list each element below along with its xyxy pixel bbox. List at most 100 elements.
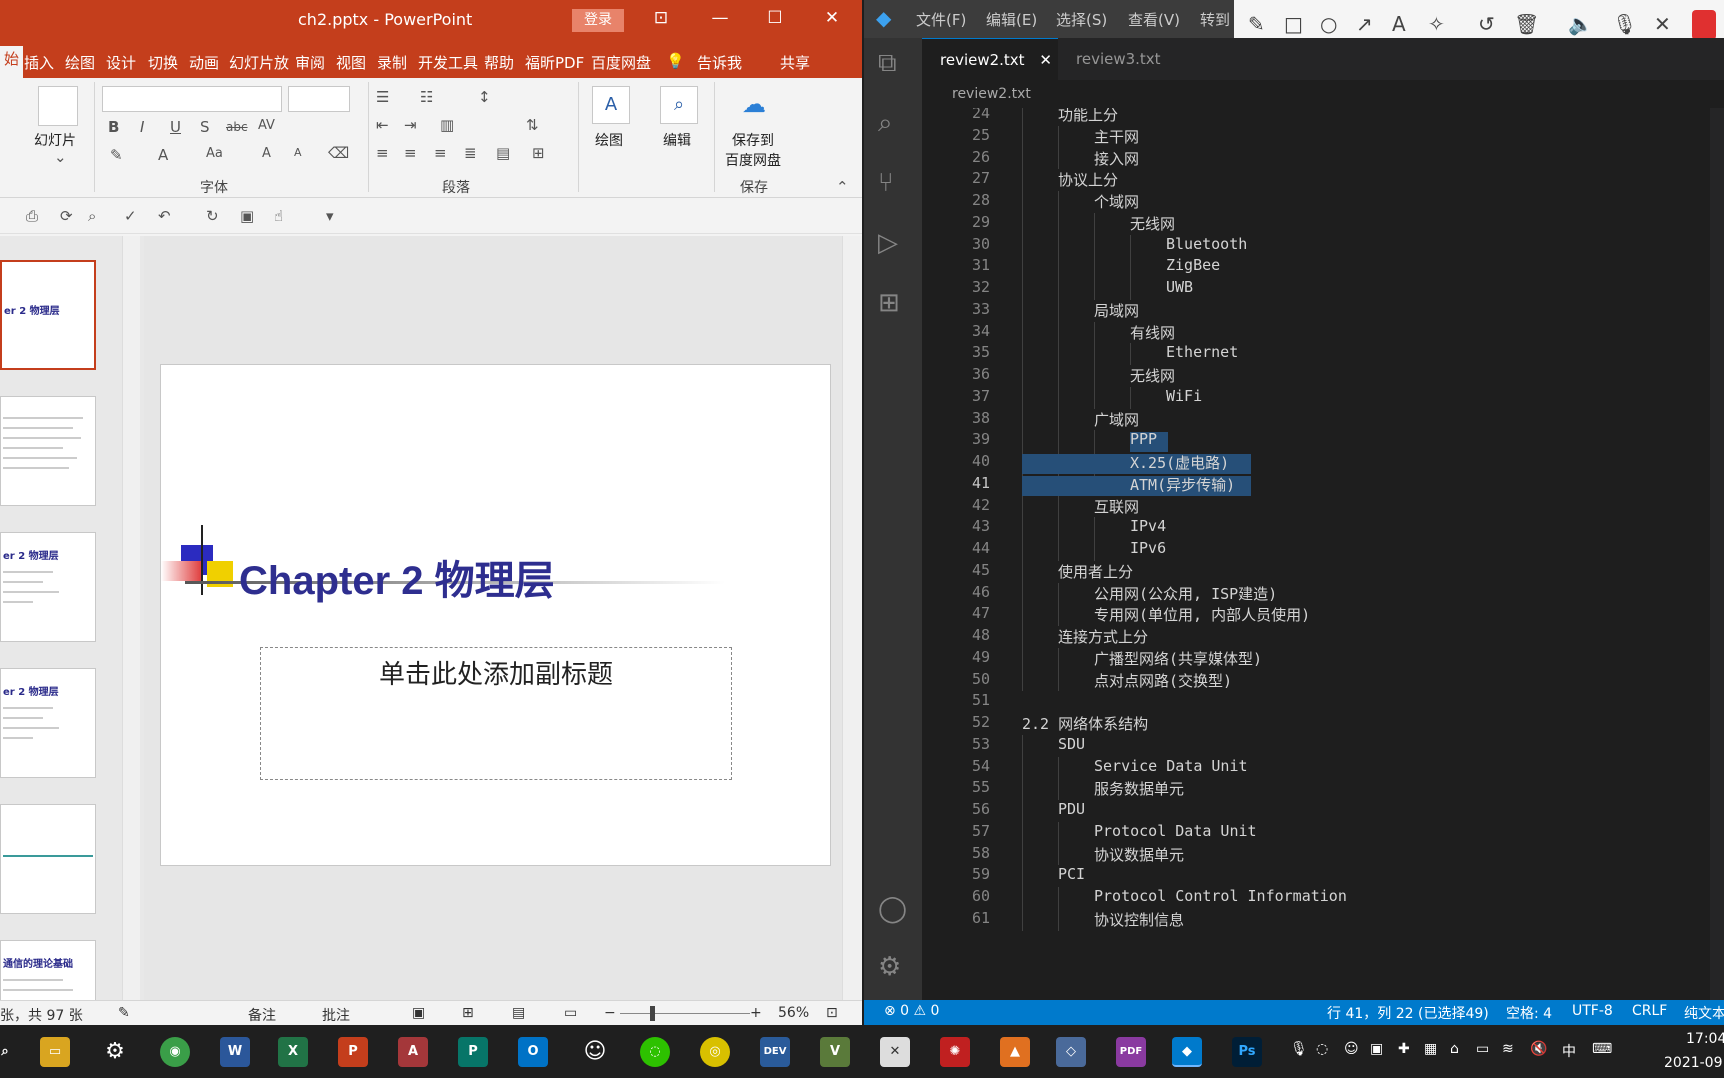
photoshop-icon[interactable]: Ps [1232, 1037, 1262, 1067]
publisher-icon[interactable]: P [458, 1037, 488, 1067]
customize-qat-icon[interactable]: ▾ [326, 207, 334, 225]
line-number[interactable]: 27 [922, 169, 990, 187]
cursor-position[interactable]: 行 41，列 22 (已选择49) [1327, 1003, 1489, 1023]
tab-view[interactable]: 视图 [336, 52, 366, 73]
line-number[interactable]: 28 [922, 191, 990, 209]
app-tray-icon[interactable]: ▣ [1370, 1041, 1383, 1057]
tell-me-search[interactable]: 告诉我 [697, 52, 742, 73]
align-text-icon[interactable]: ▤ [496, 144, 510, 162]
increase-indent-icon[interactable]: ⇥ [404, 116, 417, 134]
line-number[interactable]: 37 [922, 387, 990, 405]
tab-record[interactable]: 录制 [377, 52, 407, 73]
undo-icon[interactable]: ↺ [1478, 12, 1495, 36]
code-line[interactable]: X.25(虚电路) [1130, 452, 1229, 473]
line-number[interactable]: 33 [922, 300, 990, 318]
slide-thumbnails-pane[interactable]: er 2 物理层 er 2 物理层 er 2 物理层 通信的理论基础 [0, 236, 144, 1025]
code-line[interactable]: PDU [1058, 800, 1085, 818]
line-number[interactable]: 26 [922, 148, 990, 166]
slide-scrollbar[interactable] [842, 236, 862, 1000]
app-icon[interactable]: ◎ [700, 1037, 730, 1067]
trash-icon[interactable]: 🗑 [1514, 12, 1539, 36]
code-line[interactable]: PCI [1058, 865, 1085, 883]
app-tray-icon[interactable]: ✚ [1398, 1041, 1410, 1057]
line-number[interactable]: 39 [922, 430, 990, 448]
fit-slide-icon[interactable]: ⊡ [826, 1005, 838, 1021]
line-number[interactable]: 29 [922, 213, 990, 231]
text-editor[interactable]: 24 功能上分 25 主干网 26 接入网 27 协议上分 28 个域网 29 无线网 30 Blueto… [922, 108, 1724, 1000]
line-number[interactable]: 48 [922, 626, 990, 644]
tab-slideshow[interactable]: 幻灯片放 [229, 52, 289, 73]
tab-draw[interactable]: 绘图 [65, 52, 95, 73]
save-icon[interactable]: ⎙ [26, 207, 38, 225]
access-icon[interactable]: A [398, 1037, 428, 1067]
bullets-icon[interactable]: ☰ [376, 88, 389, 106]
arrow-icon[interactable]: ↗ [1356, 12, 1373, 36]
line-number[interactable]: 40 [922, 452, 990, 470]
line-number[interactable]: 54 [922, 757, 990, 775]
volume-mute-icon[interactable]: 🔇 [1530, 1041, 1547, 1057]
source-control-icon[interactable]: ⑂ [878, 168, 894, 198]
baidu-cloud-icon[interactable]: ☁ [742, 90, 766, 118]
ime-indicator[interactable]: 中 [1562, 1041, 1576, 1061]
run-debug-icon[interactable]: ▷ [878, 228, 898, 258]
code-line[interactable]: 接入网 [1094, 148, 1139, 169]
code-line[interactable]: 协议数据单元 [1094, 844, 1184, 865]
line-number[interactable]: 41 [922, 474, 990, 492]
slide-thumbnail[interactable]: er 2 物理层 [0, 260, 96, 370]
app-icon[interactable]: ✕ [880, 1037, 910, 1067]
battery-icon[interactable]: ▭ [1476, 1041, 1489, 1057]
print-preview-icon[interactable]: ⌕ [88, 207, 96, 225]
file-explorer-icon[interactable]: ▭ [40, 1037, 70, 1067]
columns-icon[interactable]: ▥ [440, 116, 454, 134]
line-number[interactable]: 53 [922, 735, 990, 753]
align-left-icon[interactable]: ≡ [376, 144, 389, 162]
edit-search-icon[interactable]: ⌕ [660, 86, 698, 124]
menu-selection[interactable]: 选择(S) [1056, 9, 1107, 30]
matlab-icon[interactable]: ▲ [1000, 1037, 1030, 1067]
line-number[interactable]: 51 [922, 691, 990, 709]
line-number[interactable]: 43 [922, 517, 990, 535]
line-number[interactable]: 57 [922, 822, 990, 840]
line-number[interactable]: 24 [922, 108, 990, 122]
code-line[interactable]: 局域网 [1094, 300, 1139, 321]
shrink-font-icon[interactable]: A [294, 146, 302, 159]
code-line[interactable]: 个域网 [1094, 191, 1139, 212]
minimize-button[interactable]: — [705, 8, 735, 28]
align-center-icon[interactable]: ≡ [404, 144, 417, 162]
editor-scrollbar[interactable] [1710, 108, 1724, 1000]
subtitle-placeholder[interactable]: 单击此处添加副标题 [261, 654, 731, 691]
tab-help[interactable]: 帮助 [484, 52, 514, 73]
chevron-down-icon[interactable]: ⌄ [54, 148, 67, 166]
accessibility-icon[interactable]: ✎ [118, 1005, 130, 1021]
close-icon[interactable]: ✕ [1654, 12, 1671, 36]
account-icon[interactable]: ◯ [878, 894, 907, 924]
collapse-ribbon-icon[interactable]: ⌃ [836, 178, 849, 196]
change-case-icon[interactable]: Aa [206, 146, 223, 161]
vscode-icon[interactable]: ◆ [1172, 1037, 1202, 1067]
sorter-view-icon[interactable]: ⊞ [462, 1005, 474, 1021]
line-number[interactable]: 59 [922, 865, 990, 883]
underline-icon[interactable]: U [170, 118, 181, 136]
code-line[interactable]: IPv6 [1130, 539, 1166, 557]
tab-transitions[interactable]: 切换 [148, 52, 178, 73]
settings-gear-icon[interactable]: ⚙ [100, 1037, 130, 1067]
zoom-level[interactable]: 56% [778, 1005, 809, 1021]
microphone-icon[interactable]: 🎙 [1290, 1041, 1308, 1057]
extensions-icon[interactable]: ⊞ [878, 288, 900, 318]
menu-view[interactable]: 查看(V) [1128, 9, 1180, 30]
explorer-icon[interactable]: ⧉ [878, 48, 897, 79]
code-line[interactable]: 主干网 [1094, 126, 1139, 147]
wifi-icon[interactable]: ≋ [1502, 1041, 1514, 1057]
circle-icon[interactable]: ○ [1320, 12, 1337, 36]
maximize-button[interactable]: ☐ [760, 8, 790, 28]
line-number[interactable]: 25 [922, 126, 990, 144]
clock-date[interactable]: 2021-09 [1664, 1055, 1723, 1071]
font-color-icon[interactable]: A [158, 146, 168, 164]
code-line[interactable]: UWB [1166, 278, 1193, 296]
baidu-netdisk-label[interactable]: 百度网盘 [725, 150, 781, 170]
zoom-out-icon[interactable]: − [604, 1005, 616, 1021]
record-indicator[interactable] [1692, 10, 1716, 40]
problems-indicator[interactable]: ⊗ 0 ⚠ 0 [884, 1003, 939, 1019]
subtitle-placeholder-box[interactable]: 单击此处添加副标题 [260, 647, 732, 780]
app-icon[interactable]: ✺ [940, 1037, 970, 1067]
